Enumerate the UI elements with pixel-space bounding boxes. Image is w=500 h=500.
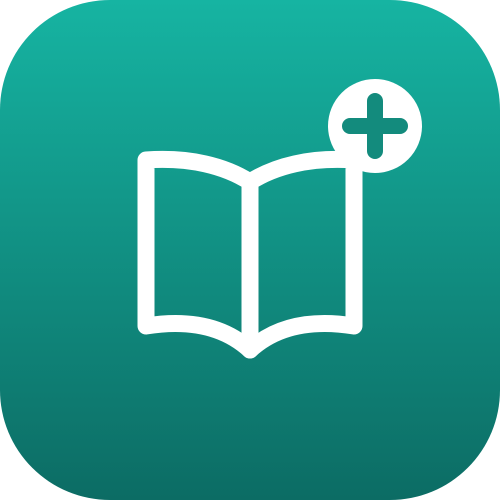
app-icon-graphic [0,0,500,500]
add-book-app-icon[interactable] [0,0,500,500]
plus-badge [328,79,422,173]
